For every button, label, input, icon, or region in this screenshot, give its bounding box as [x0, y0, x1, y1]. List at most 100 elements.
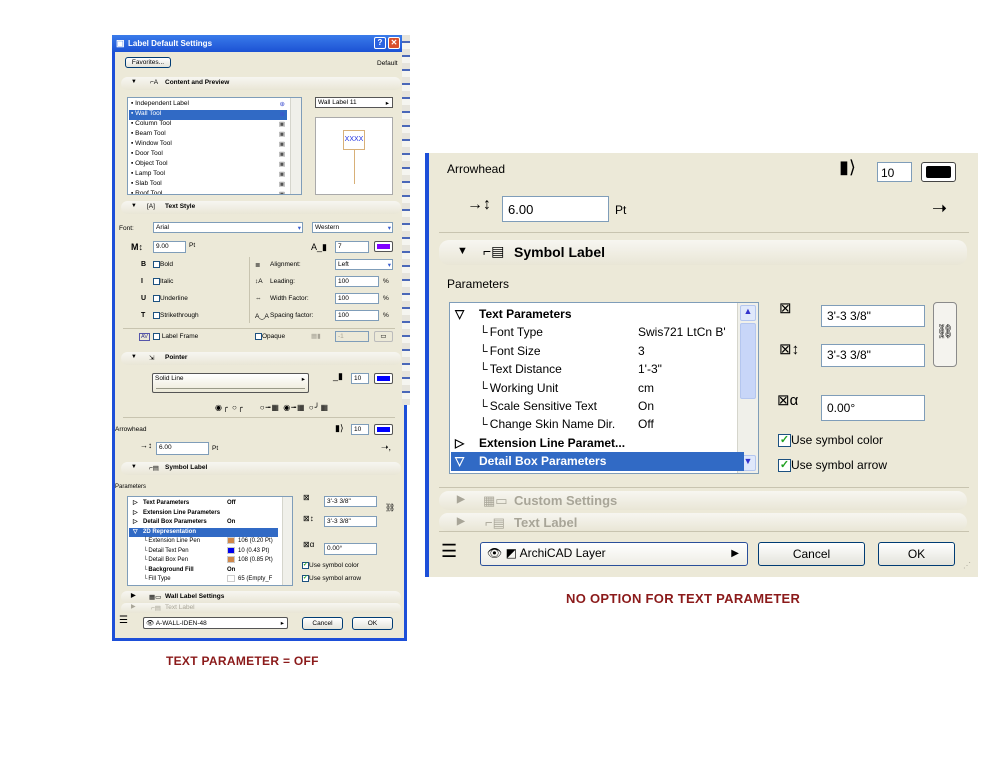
underline-checkbox[interactable]: Underline [153, 295, 188, 302]
width-field[interactable]: 100 [335, 293, 379, 304]
bold-checkbox[interactable]: Bold [153, 261, 173, 268]
symbol-width-field[interactable]: 3'-3 3/8" [324, 496, 377, 507]
pointer-pen-color-button[interactable] [374, 373, 393, 384]
symbol-height-field[interactable]: 3'-3 3/8" [324, 516, 377, 527]
tool-list[interactable]: ▪ Independent Label ⊕ ▪ Wall Tool ⊕ ▪ Column… [127, 97, 302, 195]
help-button[interactable]: ? [374, 37, 386, 49]
param-row[interactable]: └ Detail Box Pen 108 (0.85 Pt) [129, 556, 278, 566]
list-item[interactable]: ▪ Object Tool ▣ [129, 160, 287, 170]
resize-grip[interactable]: ⋰ [963, 561, 971, 570]
use-symbol-color-checkbox[interactable]: ✓Use symbol color [302, 562, 359, 569]
param-row[interactable]: ▷ Detail Box Parameters On [129, 518, 278, 528]
scrollbar[interactable] [282, 497, 292, 585]
param-row[interactable]: ▷ Extension Line Parameters [129, 509, 278, 519]
arrowhead-pen-field[interactable]: 10 [351, 424, 369, 435]
symbol-angle-field[interactable]: 0.00° [324, 543, 377, 555]
param-row[interactable]: └ Working Unit cm [451, 379, 744, 397]
arrowhead-size-field[interactable]: 6.00 [502, 196, 609, 222]
font-select[interactable]: Arial ▾ [153, 222, 303, 233]
text-size-field[interactable]: 9.00 [153, 241, 186, 253]
cancel-button[interactable]: Cancel [302, 617, 343, 630]
cancel-button[interactable]: Cancel [758, 542, 865, 566]
arrowhead-size-field[interactable]: 6.00 [156, 442, 209, 455]
param-row[interactable]: ▷ Text Parameters Off [129, 499, 278, 509]
arrowhead-pen-color-button[interactable] [374, 424, 393, 435]
collapsed-triangle-icon[interactable]: ▷ [133, 499, 138, 509]
list-item[interactable]: ▪ Wall Tool ⊕ [129, 110, 287, 120]
list-item[interactable]: ▪ Slab Tool ▣ [129, 180, 287, 190]
param-row[interactable]: ▽ Text Parameters [451, 305, 744, 323]
list-item[interactable]: ▪ Roof Tool ▣ [129, 190, 287, 194]
script-select[interactable]: Western ▾ [312, 222, 393, 233]
symbol-height-field[interactable]: 3'-3 3/8" [821, 344, 925, 367]
param-row[interactable]: └ Change Skin Name Dir. Off [451, 415, 744, 433]
text-pen-color-button[interactable] [374, 241, 393, 252]
param-row[interactable]: └ Font Type Swis721 LtCn B' [451, 323, 744, 341]
parameters-list[interactable]: ▷ Text Parameters Off ▷ Extension Line Param… [127, 496, 293, 586]
preview-type-select[interactable]: Wall Label 11 ▸ [315, 97, 393, 108]
collapsed-triangle-icon[interactable]: ▷ [455, 434, 464, 452]
pointer-section-header[interactable]: ▼ ⇲ Pointer [121, 352, 401, 365]
arrowhead-type-button[interactable]: ➝, [381, 442, 391, 453]
line-type-select[interactable]: Solid Line ▸ [152, 373, 309, 393]
param-row[interactable]: └ Background Fill On [129, 566, 278, 576]
close-button[interactable]: ✕ [388, 37, 400, 49]
text-label-section-header[interactable]: ▶ ⌐▤ Text Label [121, 603, 401, 613]
text-style-section-header[interactable]: ▼ [A] Text Style [121, 201, 401, 214]
pointer-shape-radio-group[interactable]: ◉╭ ○╭ ○╼▦ ◉╼▦ ○╯▦ [215, 403, 329, 412]
list-item[interactable]: ▪ Lamp Tool ▣ [129, 170, 287, 180]
list-item[interactable]: ▪ Independent Label ⊕ [129, 100, 287, 110]
link-chain-icon[interactable]: ⛓ [385, 503, 395, 512]
list-item[interactable]: ▪ Window Tool ▣ [129, 140, 287, 150]
arrowhead-pen-field[interactable]: 10 [877, 162, 912, 182]
italic-checkbox[interactable]: Italic [153, 278, 173, 285]
param-row[interactable]: └ Text Distance 1'-3" [451, 360, 744, 378]
leading-field[interactable]: 100 [335, 276, 379, 287]
expanded-triangle-icon[interactable]: ▽ [133, 528, 138, 538]
text-label-section-header[interactable]: ▶ ⌐▤ Text Label [439, 513, 967, 531]
opaque-checkbox[interactable]: Opaque [255, 333, 285, 340]
scrollbar[interactable] [290, 98, 301, 194]
param-row[interactable]: └ Scale Sensitive Text On [451, 397, 744, 415]
param-row[interactable]: ▽ 2D Representation [129, 527, 278, 538]
ok-button[interactable]: OK [352, 617, 393, 630]
favorites-button[interactable]: Favorites... [125, 57, 171, 68]
link-chain-button[interactable]: ⛓ [933, 302, 957, 367]
symbol-width-field[interactable]: 3'-3 3/8" [821, 305, 925, 327]
list-item[interactable]: ▪ Column Tool ▣ [129, 120, 287, 130]
use-symbol-color-checkbox[interactable]: ✓Use symbol color [778, 433, 883, 448]
wall-label-settings-section-header[interactable]: ▶ ▦▭ Wall Label Settings [121, 591, 401, 603]
expanded-triangle-icon[interactable]: ▽ [455, 305, 464, 323]
content-preview-section-header[interactable]: ▼ ⌐A Content and Preview [121, 77, 401, 90]
use-symbol-arrow-checkbox[interactable]: ✓Use symbol arrow [778, 458, 887, 473]
spacing-field[interactable]: 100 [335, 310, 379, 321]
symbol-label-section-header[interactable]: ▼ ⌐▤ Symbol Label [439, 240, 967, 265]
alignment-field[interactable]: Left ▾ [335, 259, 393, 270]
parameters-list[interactable]: ▲ ▼ ▽ Text Parameters └ Font Type Swis721 Lt… [449, 302, 759, 474]
param-row[interactable]: ▷ Extension Line Paramet... [451, 434, 744, 452]
list-item[interactable]: ▪ Door Tool ▣ [129, 150, 287, 160]
text-pen-field[interactable]: 7 [335, 241, 369, 253]
param-row[interactable]: └ Font Size 3 [451, 342, 744, 360]
strikethrough-checkbox[interactable]: Strikethrough [153, 312, 199, 319]
symbol-angle-field[interactable]: 0.00° [821, 395, 925, 421]
pointer-pen-field[interactable]: 10 [351, 373, 369, 384]
param-row[interactable]: └ Fill Type 65 (Empty_F [129, 575, 278, 585]
arrowhead-pen-color-button[interactable] [921, 162, 956, 182]
ok-button[interactable]: OK [878, 542, 955, 566]
label-frame-checkbox[interactable]: Label Frame [153, 333, 198, 340]
symbol-label-section-header[interactable]: ▼ ⌐▤ Symbol Label [121, 462, 401, 475]
list-item[interactable]: ▪ Beam Tool ▣ [129, 130, 287, 140]
layer-select[interactable]: 👁 A-WALL-IDEN-48 ▸ [143, 617, 288, 629]
param-row[interactable]: └ Detail Text Pen 10 (0.43 Pt) [129, 546, 278, 557]
custom-settings-section-header[interactable]: ▶ ▦▭ Custom Settings [439, 491, 967, 510]
collapsed-triangle-icon[interactable]: ▷ [133, 509, 138, 519]
param-row[interactable]: ▽ Detail Box Parameters [451, 452, 744, 471]
param-row[interactable]: └ Extension Line Pen 106 (0.20 Pt) [129, 537, 278, 547]
layer-select[interactable]: 👁 ◩ ArchiCAD Layer ▶ [480, 542, 748, 566]
tool-name: Column Tool [135, 120, 172, 127]
collapsed-triangle-icon[interactable]: ▷ [133, 518, 138, 528]
expanded-triangle-icon[interactable]: ▽ [455, 452, 464, 470]
arrowhead-type-button[interactable]: ➝ [932, 198, 947, 219]
use-symbol-arrow-checkbox[interactable]: ✓Use symbol arrow [302, 575, 361, 582]
